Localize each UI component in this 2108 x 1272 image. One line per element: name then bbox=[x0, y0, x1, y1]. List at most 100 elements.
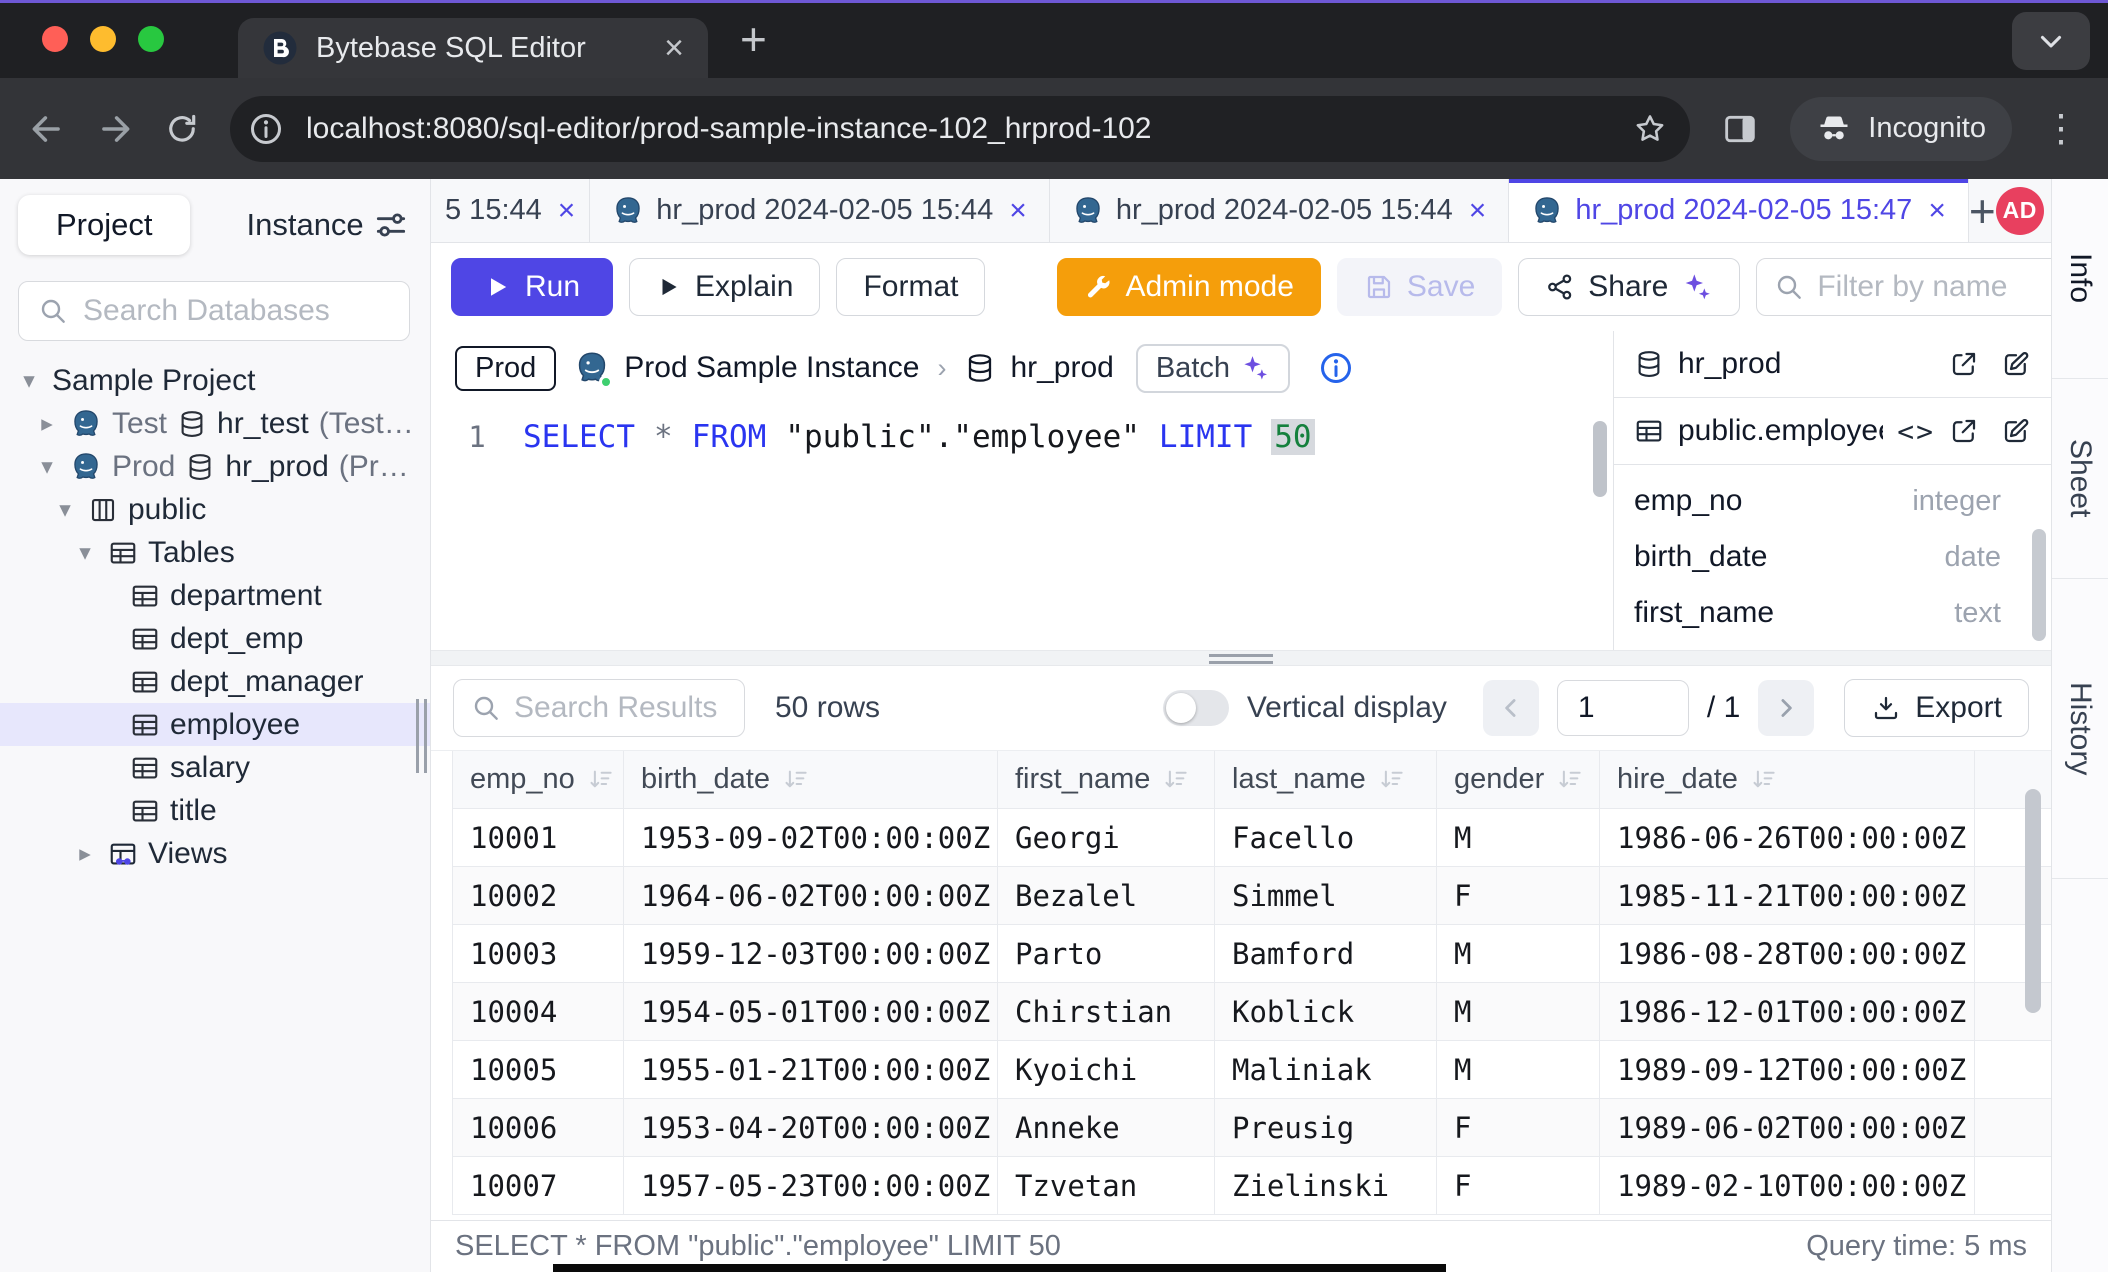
info-circle-icon[interactable] bbox=[1318, 350, 1354, 386]
tab-instance[interactable]: Instance bbox=[246, 207, 363, 243]
cell: Maliniak bbox=[1215, 1041, 1437, 1098]
tab-history[interactable]: History bbox=[2052, 579, 2108, 879]
user-avatar[interactable]: AD bbox=[1996, 187, 2044, 235]
tree-item-tables[interactable]: ▾ Tables bbox=[0, 531, 430, 574]
batch-mode-button[interactable]: Batch bbox=[1136, 344, 1290, 393]
postgres-icon bbox=[612, 195, 644, 227]
tab-project[interactable]: Project bbox=[18, 195, 190, 255]
back-icon[interactable] bbox=[28, 110, 66, 148]
browser-tab[interactable]: Bytebase SQL Editor × bbox=[238, 18, 708, 78]
chevron-down-icon[interactable]: ▾ bbox=[16, 367, 42, 394]
page-total: / 1 bbox=[1707, 691, 1740, 725]
browser-tab-close-icon[interactable]: × bbox=[664, 31, 684, 65]
chevron-right-icon[interactable]: ▸ bbox=[72, 840, 98, 867]
breadcrumb-instance[interactable]: Prod Sample Instance bbox=[574, 350, 919, 386]
tree-item-table-dept-manager[interactable]: dept_manager bbox=[0, 660, 430, 703]
prev-page-button[interactable] bbox=[1483, 680, 1539, 736]
close-tab-icon[interactable]: × bbox=[1009, 194, 1027, 228]
run-button[interactable]: Run bbox=[451, 258, 613, 316]
maximize-window-button[interactable] bbox=[138, 26, 164, 52]
edit-icon[interactable] bbox=[2001, 416, 2031, 446]
save-button[interactable]: Save bbox=[1337, 258, 1502, 316]
tab-sheet[interactable]: Sheet bbox=[2052, 379, 2108, 579]
column-header-gender[interactable]: gender bbox=[1437, 751, 1600, 808]
next-page-button[interactable] bbox=[1758, 680, 1814, 736]
editor-tab-2[interactable]: hr_prod 2024-02-05 15:44 × bbox=[1050, 179, 1510, 242]
external-link-icon[interactable] bbox=[1949, 416, 1979, 446]
address-bar[interactable]: localhost:8080/sql-editor/prod-sample-in… bbox=[230, 96, 1690, 162]
sql-code-area[interactable]: 1 SELECT * FROM "public"."employee" LIMI… bbox=[431, 405, 1613, 650]
column-header-birth-date[interactable]: birth_date bbox=[624, 751, 998, 808]
postgres-icon bbox=[1072, 195, 1104, 227]
format-button[interactable]: Format bbox=[836, 258, 985, 316]
url-text[interactable]: localhost:8080/sql-editor/prod-sample-in… bbox=[306, 112, 1610, 146]
close-window-button[interactable] bbox=[42, 26, 68, 52]
database-search-input[interactable] bbox=[83, 294, 391, 328]
column-type: integer bbox=[1912, 485, 2031, 518]
chevron-down-icon[interactable]: ▾ bbox=[34, 453, 60, 480]
close-tab-icon[interactable]: × bbox=[558, 194, 576, 228]
tree-item-schema-public[interactable]: ▾ public bbox=[0, 488, 430, 531]
splitter-handle[interactable] bbox=[1209, 654, 1273, 668]
editor-tab-overflow[interactable]: 5 15:44 × bbox=[431, 179, 590, 242]
table-icon bbox=[130, 624, 160, 654]
new-query-tab-button[interactable]: + bbox=[1969, 179, 1996, 242]
column-header-first-name[interactable]: first_name bbox=[998, 751, 1215, 808]
results-search-input[interactable] bbox=[514, 691, 728, 725]
share-button[interactable]: Share bbox=[1518, 258, 1740, 316]
results-search-box[interactable] bbox=[453, 679, 745, 737]
page-number-input[interactable] bbox=[1557, 680, 1689, 736]
results-scrollbar[interactable] bbox=[2025, 789, 2041, 1013]
column-row: first_name text bbox=[1634, 585, 2031, 641]
new-browser-tab-button[interactable]: + bbox=[740, 16, 767, 62]
close-tab-icon[interactable]: × bbox=[1928, 194, 1946, 228]
table-row: 10004 1954-05-01T00:00:00Z Chirstian Kob… bbox=[452, 983, 2051, 1041]
editor-scrollbar[interactable] bbox=[1593, 421, 1607, 497]
external-link-icon[interactable] bbox=[1949, 349, 1979, 379]
chevron-down-icon[interactable]: ▾ bbox=[72, 539, 98, 566]
tree-item-table-title[interactable]: title bbox=[0, 789, 430, 832]
tree-item-project[interactable]: ▾ Sample Project bbox=[0, 359, 430, 402]
tree-item-table-salary[interactable]: salary bbox=[0, 746, 430, 789]
views-group-label: Views bbox=[148, 837, 227, 871]
database-name: hr_prod bbox=[225, 450, 328, 484]
tab-search-button[interactable] bbox=[2012, 12, 2090, 70]
column-list-scrollbar[interactable] bbox=[2032, 529, 2046, 641]
database-search-box[interactable] bbox=[18, 281, 410, 341]
column-header-emp-no[interactable]: emp_no bbox=[452, 751, 624, 808]
column-header-hire-date[interactable]: hire_date bbox=[1600, 751, 1975, 808]
vertical-display-toggle[interactable] bbox=[1163, 690, 1229, 726]
minimize-window-button[interactable] bbox=[90, 26, 116, 52]
site-info-icon[interactable] bbox=[248, 111, 284, 147]
editor-tab-active[interactable]: hr_prod 2024-02-05 15:47 × bbox=[1509, 179, 1969, 242]
tree-item-table-employee-selected[interactable]: employee bbox=[0, 703, 430, 746]
view-ddl-icon[interactable]: <> bbox=[1897, 415, 1935, 448]
tree-item-table-department[interactable]: department bbox=[0, 574, 430, 617]
filter-sliders-icon[interactable] bbox=[372, 206, 410, 244]
export-button[interactable]: Export bbox=[1844, 679, 2029, 737]
tab-info[interactable]: Info bbox=[2052, 179, 2108, 379]
tree-item-table-dept-emp[interactable]: dept_emp bbox=[0, 617, 430, 660]
editor-tab-1[interactable]: hr_prod 2024-02-05 15:44 × bbox=[590, 179, 1050, 242]
chevron-down-icon[interactable]: ▾ bbox=[52, 496, 78, 523]
forward-icon[interactable] bbox=[96, 110, 134, 148]
breadcrumb-database[interactable]: hr_prod bbox=[964, 351, 1113, 385]
close-tab-icon[interactable]: × bbox=[1469, 194, 1487, 228]
reload-icon[interactable] bbox=[164, 111, 200, 147]
edit-icon[interactable] bbox=[2001, 349, 2031, 379]
explain-button[interactable]: Explain bbox=[629, 258, 820, 316]
admin-mode-button[interactable]: Admin mode bbox=[1057, 258, 1320, 316]
horizontal-splitter[interactable] bbox=[431, 650, 2051, 666]
chevron-right-icon[interactable]: ▸ bbox=[34, 410, 60, 437]
browser-menu-icon[interactable]: ⋮ bbox=[2042, 110, 2080, 148]
bookmark-star-icon[interactable] bbox=[1632, 111, 1668, 147]
sort-icon bbox=[1750, 766, 1777, 793]
sort-icon bbox=[1378, 766, 1405, 793]
side-panel-icon[interactable] bbox=[1720, 109, 1760, 149]
tree-item-views[interactable]: ▸ Views bbox=[0, 832, 430, 875]
column-header-last-name[interactable]: last_name bbox=[1215, 751, 1437, 808]
cell: Anneke bbox=[998, 1099, 1215, 1156]
sidebar-resize-handle[interactable] bbox=[416, 699, 427, 773]
tree-item-hr-test[interactable]: ▸ Test hr_test (Test… bbox=[0, 402, 430, 445]
tree-item-hr-prod[interactable]: ▾ Prod hr_prod (Pr… bbox=[0, 445, 430, 488]
